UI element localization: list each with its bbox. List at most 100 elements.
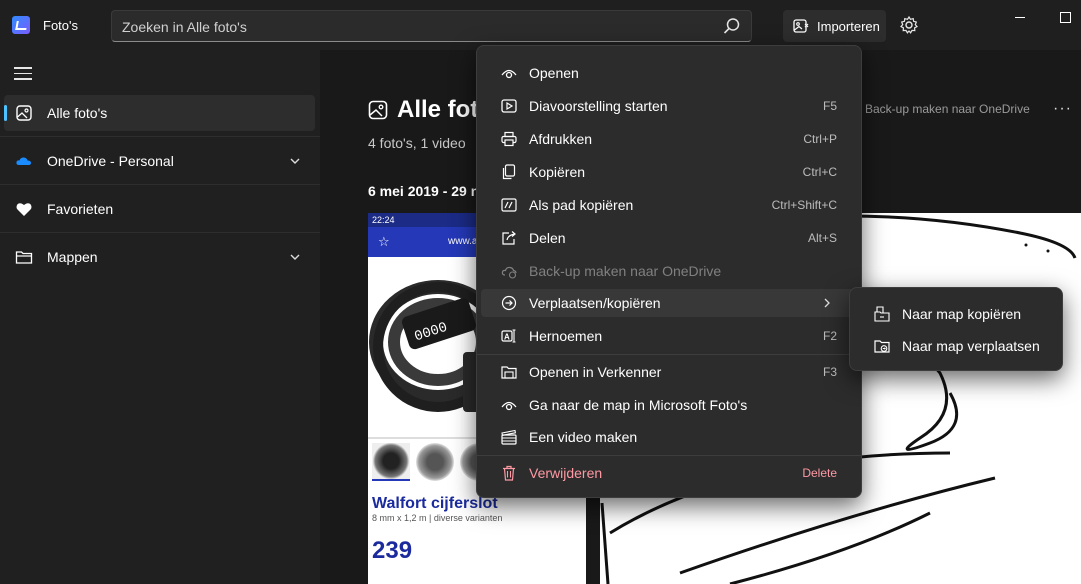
more-options-button[interactable]: ··· [1053,100,1071,117]
menu-item-label: Delen [529,230,566,246]
minimize-button[interactable] [1015,17,1025,18]
menu-item-print[interactable]: Afdrukken Ctrl+P [481,125,857,153]
menu-item-copy-as-path[interactable]: Als pad kopiëren Ctrl+Shift+C [481,191,857,219]
menu-item-move-to-folder[interactable]: Naar map verplaatsen [854,332,1058,360]
sidebar-item-folders[interactable]: Mappen [4,239,315,275]
menu-item-shortcut: Alt+S [807,231,837,245]
page-title: Alle fot [397,96,479,123]
menu-item-label: Hernoemen [529,328,603,344]
slideshow-icon [501,99,517,113]
menu-item-make-video[interactable]: Een video maken [481,423,857,451]
eye-icon [501,69,517,79]
import-button[interactable]: Importeren [783,10,886,42]
share-icon [502,231,516,245]
chevron-down-icon[interactable] [289,155,301,167]
menu-item-label: Afdrukken [529,131,593,147]
product-description: 8 mm x 1,2 m | diverse varianten [372,513,503,523]
browser-url: www.a [448,236,478,247]
sidebar-divider [0,232,320,233]
chevron-right-icon [824,298,830,308]
product-thumb [372,443,410,481]
menu-item-slideshow[interactable]: Diavoorstelling starten F5 [481,92,857,120]
menu-item-label: Verwijderen [529,465,603,481]
trash-icon [503,465,515,481]
menu-item-share[interactable]: Delen Alt+S [481,224,857,252]
import-label: Importeren [817,18,880,34]
menu-item-delete[interactable]: Verwijderen Delete [481,459,857,487]
search-icon[interactable] [723,17,741,35]
menu-item-go-to-folder[interactable]: Ga naar de map in Microsoft Foto's [481,391,857,419]
menu-item-label: Als pad kopiëren [529,197,634,213]
photos-app-icon [12,16,30,34]
sidebar-divider [0,184,320,185]
printer-icon [501,131,517,147]
menu-item-label: Naar map kopiëren [902,306,1022,322]
menu-item-open-in-explorer[interactable]: Openen in Verkenner F3 [481,358,857,386]
gear-icon[interactable] [899,15,919,35]
product-price: 239 [372,537,413,564]
menu-item-shortcut: Ctrl+Shift+C [771,198,837,212]
menu-item-copy[interactable]: Kopiëren Ctrl+C [481,158,857,186]
menu-separator [477,455,861,456]
menu-item-shortcut: F5 [822,99,837,113]
sidebar-item-label: OneDrive - Personal [47,153,174,169]
item-count: 4 foto's, 1 video [368,135,466,151]
menu-item-label: Kopiëren [529,164,586,180]
move-copy-submenu: Naar map kopiëren Naar map verplaatsen [849,287,1063,371]
cloud-backup-icon [501,266,517,279]
photo-icon [16,105,32,121]
copy-icon [502,164,516,180]
title-bar: Foto's Importeren [0,0,1081,50]
sidebar: Alle foto's OneDrive - Personal Favoriet… [0,50,320,584]
hamburger-menu-icon[interactable] [14,67,32,81]
copy-path-icon [501,198,517,212]
move-to-folder-icon [874,340,890,353]
sidebar-item-label: Favorieten [47,201,114,217]
photo-icon [368,100,388,120]
sidebar-item-all-photos[interactable]: Alle foto's [4,95,315,131]
menu-item-label: Openen [529,65,579,81]
context-menu: Openen Diavoorstelling starten F5 Afdruk… [476,45,862,498]
rename-icon: A [501,329,516,343]
menu-item-shortcut: Delete [802,466,837,480]
app-title: Foto's [43,18,78,33]
search-box[interactable] [111,10,752,42]
copy-to-folder-icon [874,306,890,322]
menu-item-label: Een video maken [529,429,638,445]
backup-onedrive-link[interactable]: Back-up maken naar OneDrive [865,102,1030,116]
sidebar-item-favorites[interactable]: Favorieten [4,191,315,227]
eye-icon [501,401,517,411]
star-icon: ☆ [378,234,390,249]
svg-text:A: A [504,333,510,342]
menu-item-label: Openen in Verkenner [529,364,662,380]
onedrive-icon [16,157,31,165]
menu-item-label: Back-up maken naar OneDrive [529,263,722,279]
menu-item-label: Ga naar de map in Microsoft Foto's [529,397,748,413]
import-icon [793,19,809,33]
sidebar-item-label: Alle foto's [47,105,108,121]
move-icon [501,295,517,311]
video-icon [501,429,517,445]
menu-item-label: Verplaatsen/kopiëren [529,295,661,311]
menu-item-shortcut: F2 [822,329,837,343]
menu-item-label: Diavoorstelling starten [529,98,668,114]
sidebar-divider [0,136,320,137]
menu-item-backup-onedrive: Back-up maken naar OneDrive [481,257,857,285]
menu-item-copy-to-folder[interactable]: Naar map kopiëren [854,300,1058,328]
product-thumb [416,443,454,481]
sidebar-item-label: Mappen [47,249,98,265]
menu-separator [477,354,861,355]
menu-item-rename[interactable]: A Hernoemen F2 [481,322,857,350]
explorer-icon [501,366,517,379]
menu-item-shortcut: Ctrl+P [803,132,837,146]
search-input[interactable] [122,17,712,37]
sidebar-item-onedrive[interactable]: OneDrive - Personal [4,143,315,179]
menu-item-move-copy[interactable]: Verplaatsen/kopiëren [481,289,857,317]
chevron-down-icon[interactable] [289,251,301,263]
menu-item-shortcut: Ctrl+C [802,165,837,179]
maximize-button[interactable] [1060,12,1071,23]
date-range-heading: 6 mei 2019 - 29 n [368,183,480,199]
menu-item-open[interactable]: Openen [481,59,857,87]
folder-icon [15,251,33,264]
heart-icon [16,203,32,216]
